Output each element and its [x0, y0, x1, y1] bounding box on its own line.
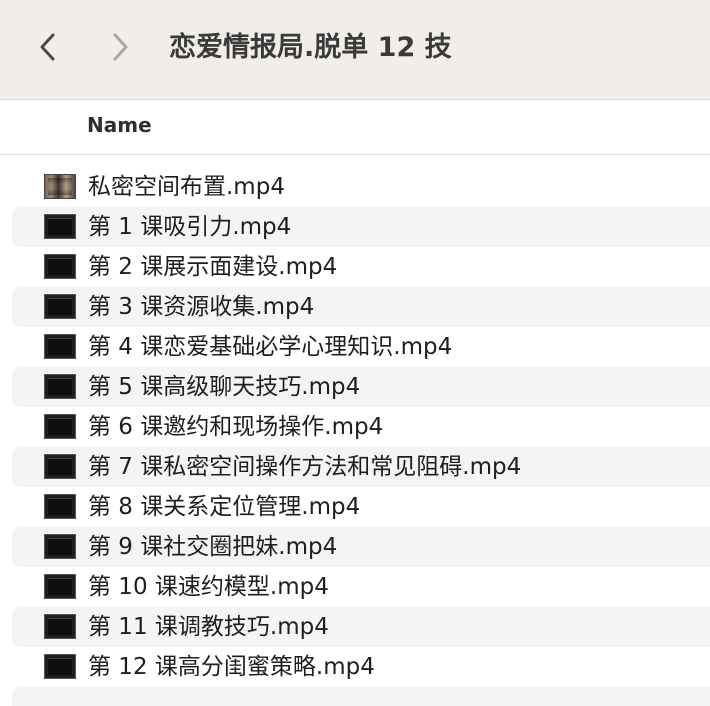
file-name: 第 1 课吸引力.mp4	[88, 214, 292, 240]
file-name: 私密空间布置.mp4	[88, 174, 285, 200]
file-name: 第 3 课资源收集.mp4	[88, 294, 315, 320]
chevron-left-icon	[40, 33, 55, 61]
video-thumbnail-icon	[44, 494, 76, 519]
file-row[interactable]: 第 12 课高分闺蜜策略.mp4	[12, 647, 710, 687]
name-column-header[interactable]: Name	[87, 113, 152, 137]
file-row[interactable]: 第 11 课调教技巧.mp4	[12, 607, 710, 647]
file-row[interactable]: 第 10 课速约模型.mp4	[12, 567, 710, 607]
video-thumbnail-icon	[44, 334, 76, 359]
finder-window: 恋爱情报局.脱单 12 技 Name 私密空间布置.mp4 第 1 课吸引力.mp…	[0, 0, 710, 706]
file-name: 第 6 课邀约和现场操作.mp4	[88, 414, 384, 440]
video-thumbnail-icon	[44, 454, 76, 479]
file-row[interactable]: 第 1 课吸引力.mp4	[12, 207, 710, 247]
video-thumbnail-icon	[44, 254, 76, 279]
chevron-right-icon	[113, 33, 128, 61]
file-name: 第 8 课关系定位管理.mp4	[88, 494, 361, 520]
file-list: 私密空间布置.mp4 第 1 课吸引力.mp4 第 2 课展示面建设.mp4 第 3 …	[12, 167, 710, 687]
video-thumbnail-icon	[44, 614, 76, 639]
file-name: 第 11 课调教技巧.mp4	[88, 614, 329, 640]
file-row[interactable]: 第 4 课恋爱基础必学心理知识.mp4	[12, 327, 710, 367]
file-row[interactable]: 第 5 课高级聊天技巧.mp4	[12, 367, 710, 407]
video-thumbnail-icon	[44, 654, 76, 679]
window-title: 恋爱情报局.脱单 12 技	[169, 32, 452, 63]
file-row[interactable]: 私密空间布置.mp4	[12, 167, 710, 207]
video-thumbnail-icon	[44, 294, 76, 319]
video-thumbnail-icon	[44, 414, 76, 439]
column-header: Name	[0, 100, 710, 155]
file-row[interactable]: 第 7 课私密空间操作方法和常见阻碍.mp4	[12, 447, 710, 487]
video-thumbnail-icon	[44, 534, 76, 559]
file-row[interactable]: 第 8 课关系定位管理.mp4	[12, 487, 710, 527]
file-name: 第 7 课私密空间操作方法和常见阻碍.mp4	[88, 454, 522, 480]
file-row[interactable]: 第 2 课展示面建设.mp4	[12, 247, 710, 287]
file-name: 第 4 课恋爱基础必学心理知识.mp4	[88, 334, 453, 360]
file-name: 第 12 课高分闺蜜策略.mp4	[88, 654, 375, 680]
forward-button[interactable]	[100, 26, 140, 68]
file-row[interactable]: 第 9 课社交圈把妹.mp4	[12, 527, 710, 567]
video-thumbnail-icon	[44, 374, 76, 399]
back-button[interactable]	[28, 26, 68, 68]
file-name: 第 9 课社交圈把妹.mp4	[88, 534, 338, 560]
file-row[interactable]: 第 6 课邀约和现场操作.mp4	[12, 407, 710, 447]
file-name: 第 2 课展示面建设.mp4	[88, 254, 338, 280]
empty-row	[12, 687, 710, 706]
video-thumbnail-icon	[44, 574, 76, 599]
file-name: 第 10 课速约模型.mp4	[88, 574, 329, 600]
file-name: 第 5 课高级聊天技巧.mp4	[88, 374, 361, 400]
window-toolbar: 恋爱情报局.脱单 12 技	[0, 0, 710, 100]
video-thumbnail-icon	[44, 174, 76, 199]
file-row[interactable]: 第 3 课资源收集.mp4	[12, 287, 710, 327]
video-thumbnail-icon	[44, 214, 76, 239]
